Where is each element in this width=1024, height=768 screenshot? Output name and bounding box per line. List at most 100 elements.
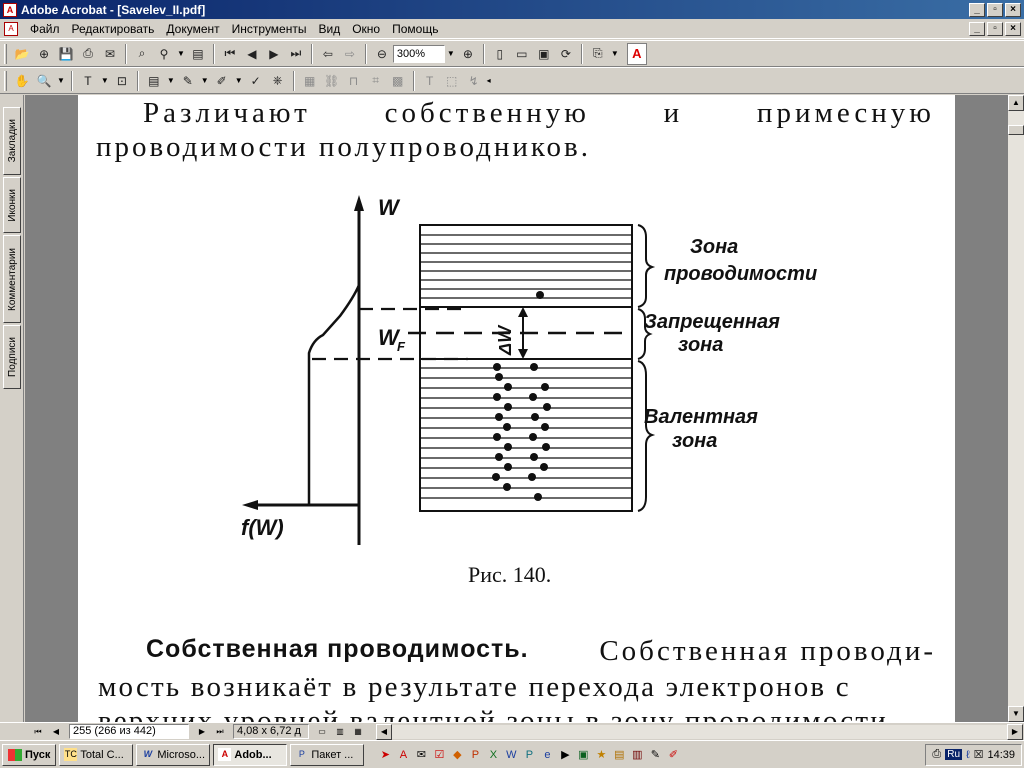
actual-size-icon[interactable]: ▯ (490, 44, 510, 64)
doc-minimize-button[interactable]: _ (969, 21, 985, 36)
minimize-button[interactable]: _ (969, 2, 985, 17)
menu-document[interactable]: Документ (160, 22, 225, 36)
scroll-up-icon[interactable]: ▲ (1008, 95, 1024, 111)
tab-bookmarks[interactable]: Закладки (3, 107, 21, 175)
toolbar-grip-2[interactable] (4, 70, 7, 91)
quicklaunch-photo-icon[interactable]: ▣ (575, 747, 591, 763)
doc-restore-button[interactable]: ▫ (987, 21, 1003, 36)
find-icon[interactable]: ⌕ (132, 44, 152, 64)
clock[interactable]: 14:39 (987, 749, 1015, 761)
document-menu-icon[interactable]: A (4, 21, 18, 36)
menu-tools[interactable]: Инструменты (226, 22, 313, 36)
text-select-dropdown-icon[interactable]: ▼ (101, 76, 109, 85)
page-number-field[interactable]: 255 (266 из 442) (69, 724, 189, 739)
acrobat-app-icon[interactable]: A (3, 2, 17, 17)
spell-check-icon[interactable]: ✓ (246, 71, 266, 91)
quicklaunch-pen-icon[interactable]: ✎ (647, 747, 663, 763)
document-view[interactable]: Различают собственную и примесную провод… (25, 95, 1008, 722)
highlight-dropdown-icon[interactable]: ▼ (235, 76, 243, 85)
go-back-icon[interactable]: ⇦ (318, 44, 338, 64)
printer-tray-icon[interactable]: ⎙ (932, 748, 941, 761)
graphics-select-icon[interactable]: ⊡ (112, 71, 132, 91)
movie-tool-icon[interactable]: ▩ (388, 71, 408, 91)
quicklaunch-arrow-icon[interactable]: ➤ (377, 747, 393, 763)
touchup-object-icon[interactable]: ⬚ (442, 71, 462, 91)
scroll-left-icon[interactable]: ◀ (376, 723, 392, 740)
rotate-icon[interactable]: ⟳ (556, 44, 576, 64)
zoom-tool-dropdown-icon[interactable]: ▼ (57, 76, 65, 85)
export-dropdown-icon[interactable]: ▼ (611, 49, 619, 58)
hand-tool-icon[interactable]: ✋ (12, 71, 32, 91)
task-adobe-acrobat[interactable]: A Adob... (213, 743, 288, 766)
quicklaunch-explorer-icon[interactable]: e (539, 747, 555, 763)
quicklaunch-files-icon[interactable]: ▤ (611, 747, 627, 763)
email-icon[interactable]: ✉ (100, 44, 120, 64)
quicklaunch-outlook-icon[interactable]: ◆ (449, 747, 465, 763)
first-page-icon[interactable]: ⏮ (220, 44, 240, 64)
more-tools-icon[interactable]: ◂ (487, 76, 491, 85)
first-page-nav-icon[interactable]: ⏮ (30, 725, 46, 739)
article-tool-icon[interactable]: ⊓ (344, 71, 364, 91)
menu-file[interactable]: Файл (24, 22, 66, 36)
close-button[interactable]: × (1005, 2, 1021, 17)
form-tool-icon[interactable]: ▦ (300, 71, 320, 91)
tab-thumbnails[interactable]: Иконки (3, 177, 21, 233)
quicklaunch-paint-icon[interactable]: ✐ (665, 747, 681, 763)
previous-page-icon[interactable]: ◀ (242, 44, 262, 64)
facing-icon[interactable]: ▦ (350, 725, 366, 739)
quicklaunch-publisher-icon[interactable]: P (521, 747, 537, 763)
zoom-in-icon[interactable]: ⊕ (458, 44, 478, 64)
export-icon[interactable]: ⎘ (588, 44, 608, 64)
text-select-icon[interactable]: T (78, 71, 98, 91)
menu-view[interactable]: Вид (312, 22, 346, 36)
navigation-pane-icon[interactable]: ▤ (188, 44, 208, 64)
tab-comments[interactable]: Комментарии (3, 235, 21, 323)
quicklaunch-winamp-icon[interactable]: ★ (593, 747, 609, 763)
tab-signatures[interactable]: Подписи (3, 325, 21, 389)
highlight-tool-icon[interactable]: ✐ (212, 71, 232, 91)
task-microsoft-word[interactable]: W Microso... (136, 743, 211, 766)
fit-width-icon[interactable]: ▣ (534, 44, 554, 64)
zoom-tool-icon[interactable]: 🔍 (34, 71, 54, 91)
vertical-scrollbar[interactable]: ▲ ▼ (1008, 95, 1024, 722)
save-icon[interactable]: 💾 (56, 44, 76, 64)
quicklaunch-word-icon[interactable]: W (503, 747, 519, 763)
search-icon[interactable]: ⚲ (154, 44, 174, 64)
task-package[interactable]: P Пакет ... (290, 743, 365, 766)
touchup-text-icon[interactable]: T (420, 71, 440, 91)
pencil-tool-icon[interactable]: ✎ (178, 71, 198, 91)
last-page-nav-icon[interactable]: ⏭ (212, 725, 228, 739)
search-dropdown-icon[interactable]: ▼ (177, 49, 185, 58)
continuous-icon[interactable]: ▥ (332, 725, 348, 739)
quicklaunch-mail-icon[interactable]: ✉ (413, 747, 429, 763)
horizontal-scrollbar[interactable]: ◀ ▶ (375, 723, 1024, 740)
zoom-dropdown-icon[interactable]: ▼ (447, 49, 455, 58)
menu-window[interactable]: Окно (346, 22, 386, 36)
next-page-nav-icon[interactable]: ▶ (194, 725, 210, 739)
web-capture-icon[interactable]: ⊕ (34, 44, 54, 64)
stamp-icon[interactable]: ⎈ (268, 71, 288, 91)
quicklaunch-excel-icon[interactable]: X (485, 747, 501, 763)
scroll-right-icon[interactable]: ▶ (1007, 723, 1023, 740)
go-forward-icon[interactable]: ⇨ (340, 44, 360, 64)
doc-close-button[interactable]: × (1005, 21, 1021, 36)
toolbar-grip[interactable] (4, 43, 7, 64)
start-button[interactable]: Пуск (2, 743, 57, 766)
print-icon[interactable]: ⎙ (78, 44, 98, 64)
quicklaunch-acrobat-icon[interactable]: A (395, 747, 411, 763)
scroll-down-icon[interactable]: ▼ (1008, 706, 1024, 722)
zoom-out-icon[interactable]: ⊖ (372, 44, 392, 64)
mail-tray-icon[interactable]: ☒ (974, 748, 984, 761)
crop-tool-icon[interactable]: ⌗ (366, 71, 386, 91)
touchup-order-icon[interactable]: ↯ (464, 71, 484, 91)
maximize-button[interactable]: ▫ (987, 2, 1003, 17)
next-page-icon[interactable]: ▶ (264, 44, 284, 64)
link-tool-icon[interactable]: ⛓ (322, 71, 342, 91)
single-page-icon[interactable]: ▭ (314, 725, 330, 739)
task-total-commander[interactable]: TC Total C... (59, 743, 134, 766)
quicklaunch-powerpoint-icon[interactable]: P (467, 747, 483, 763)
antivirus-tray-icon[interactable]: ℓ (966, 749, 970, 761)
note-tool-icon[interactable]: ▤ (144, 71, 164, 91)
fit-page-icon[interactable]: ▭ (512, 44, 532, 64)
zoom-input[interactable] (392, 44, 445, 63)
